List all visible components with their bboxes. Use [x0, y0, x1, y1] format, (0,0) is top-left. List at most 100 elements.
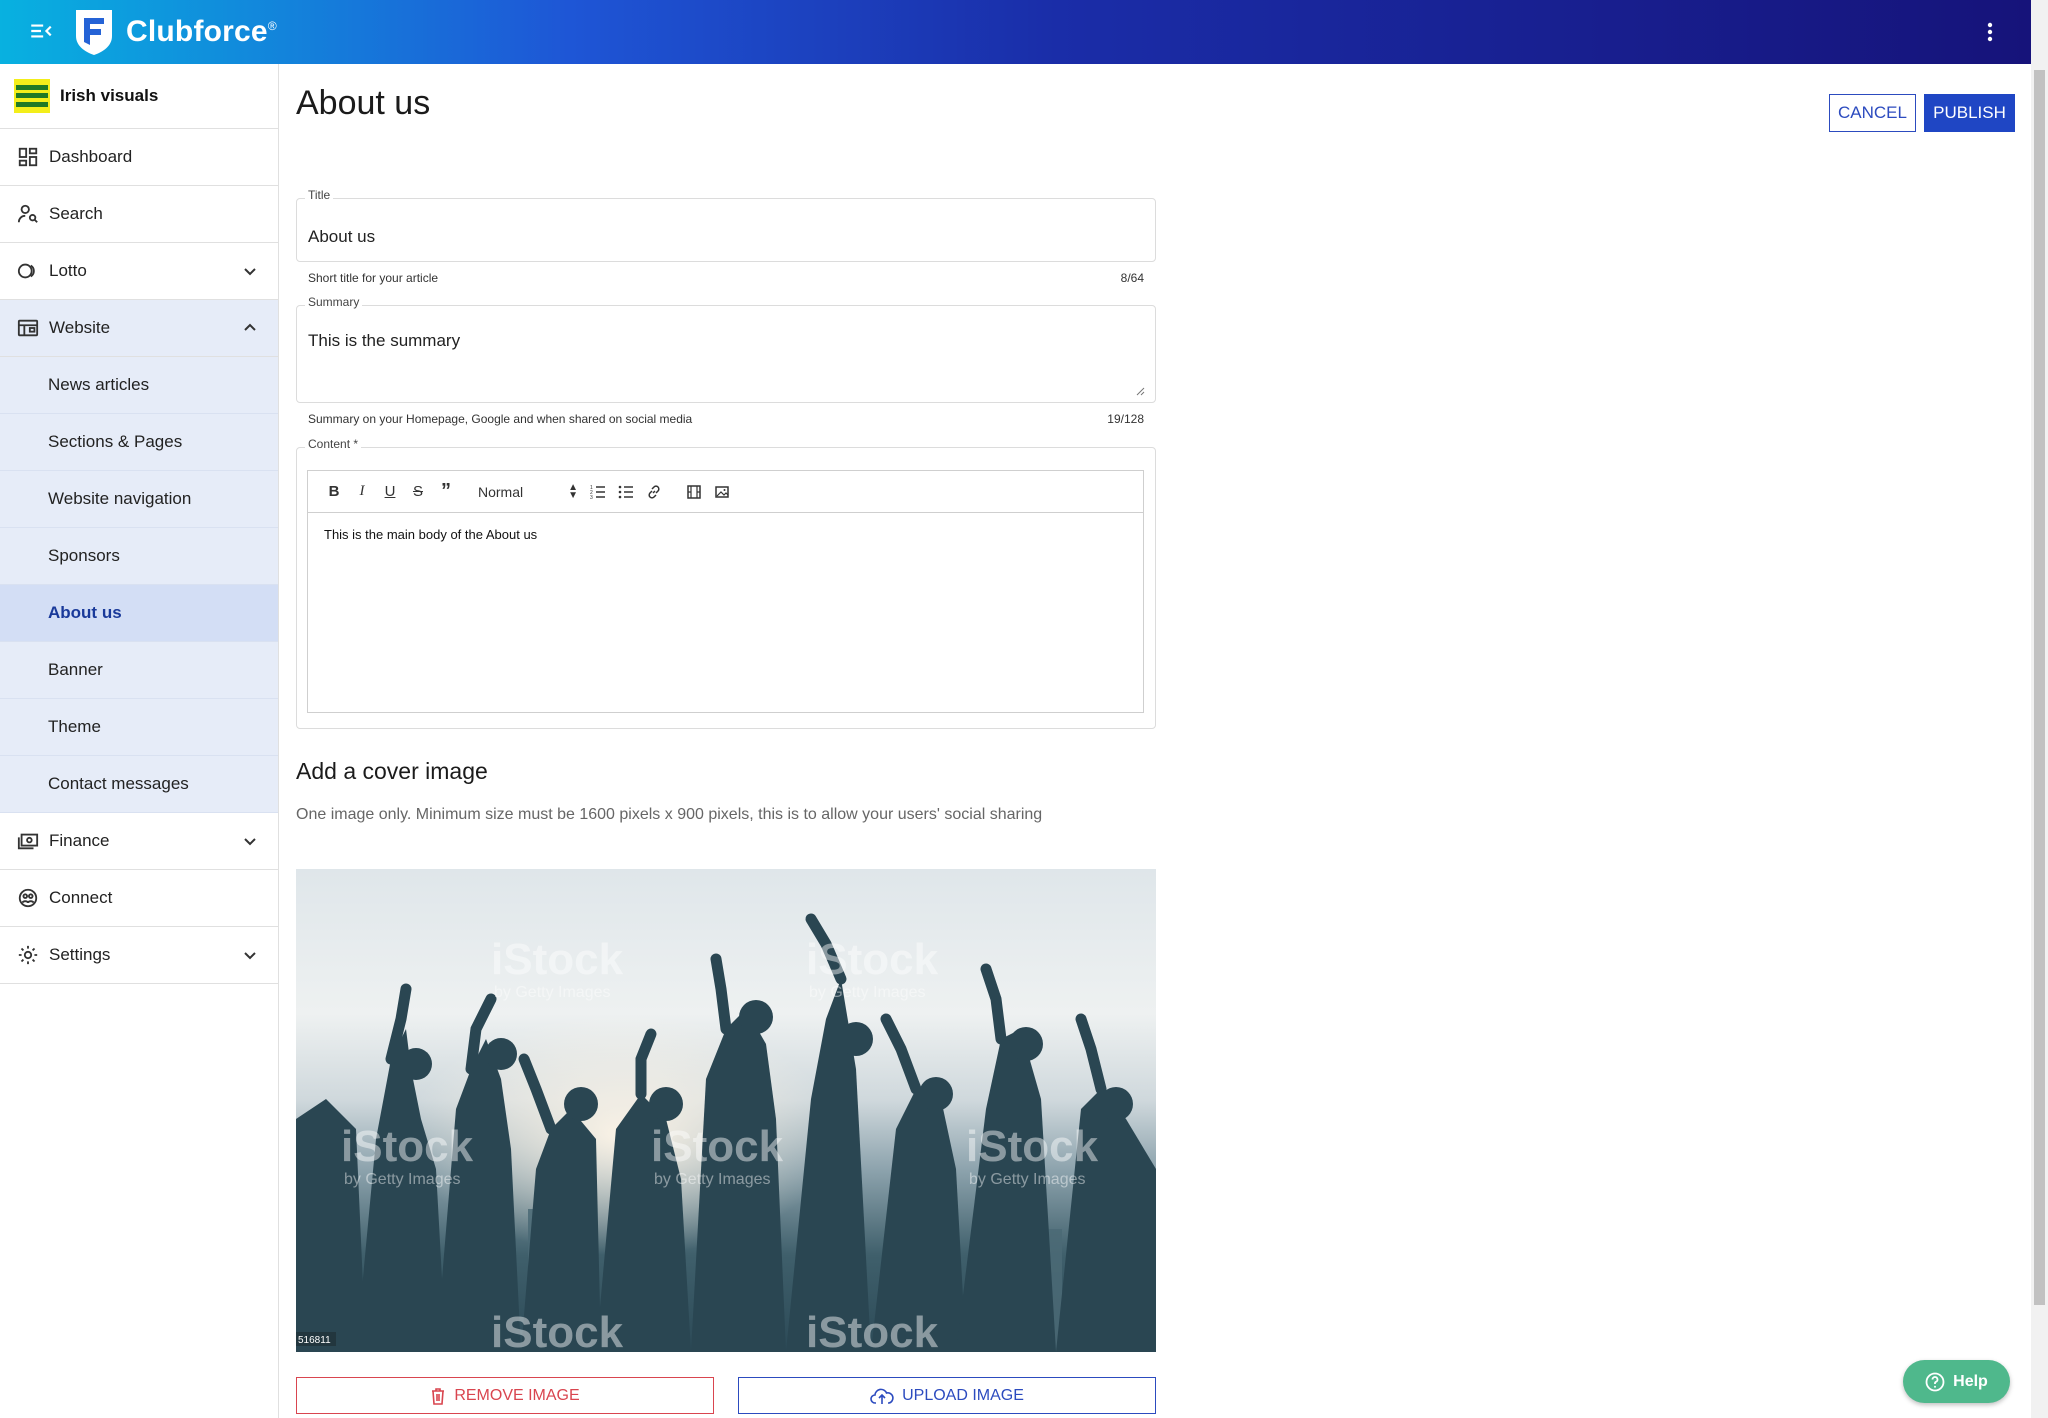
website-submenu: News articles Sections & Pages Website n… [0, 357, 278, 813]
bullet-list-button[interactable] [612, 481, 640, 503]
cloud-upload-icon [870, 1388, 894, 1404]
underline-button[interactable]: U [376, 481, 404, 503]
lotto-icon [17, 263, 35, 279]
summary-char-counter: 19/128 [1107, 412, 1144, 426]
summary-textarea[interactable]: This is the summary [308, 331, 460, 351]
clubforce-shield-icon [76, 10, 112, 55]
rich-text-editor[interactable]: B I U S ” Normal ▲ ▼ 123 This is the main… [307, 470, 1144, 713]
italic-icon: I [359, 483, 365, 499]
gear-icon [18, 945, 38, 965]
image-icon [715, 485, 729, 498]
cover-image-preview: iStock iStock iStock iStock iStock iStoc… [296, 869, 1156, 1352]
remove-image-label: REMOVE IMAGE [454, 1386, 580, 1404]
watermark-subtext: by Getty Images [809, 984, 926, 1001]
sidebar-item-connect[interactable]: Connect [0, 870, 278, 927]
sidebar-item-label: Connect [49, 888, 113, 907]
editor-toolbar: B I U S ” Normal ▲ ▼ 123 [308, 471, 1143, 513]
brand-name: Clubforce® [126, 15, 277, 48]
strikethrough-button[interactable]: S [404, 481, 432, 503]
chevron-up-icon [244, 323, 256, 331]
sidebar-subitem-contact-messages[interactable]: Contact messages [0, 756, 278, 813]
editor-content[interactable]: This is the main body of the About us [308, 513, 1143, 556]
sidebar-item-label: Dashboard [49, 147, 133, 166]
sidebar-subitem-sponsors[interactable]: Sponsors [0, 528, 278, 585]
strikethrough-icon: S [412, 483, 423, 500]
video-icon [687, 484, 701, 499]
club-header[interactable]: Irish visuals [0, 64, 278, 129]
sidebar: Irish visuals Dashboard Search Lotto Web… [0, 64, 279, 1418]
watermark-text: iStock [806, 935, 939, 984]
publish-button[interactable]: PUBLISH [1924, 94, 2015, 132]
top-app-bar: Clubforce® [0, 0, 2031, 64]
select-arrows-icon: ▲ ▼ [568, 481, 578, 501]
bullet-list-icon [618, 485, 633, 498]
watermark-subtext: by Getty Images [344, 1171, 461, 1188]
title-input[interactable]: About us [308, 227, 375, 247]
watermark-text: iStock [491, 935, 624, 984]
sidebar-item-search[interactable]: Search [0, 186, 278, 243]
cover-image-description: One image only. Minimum size must be 160… [296, 806, 1043, 823]
sidebar-item-label: Search [49, 204, 103, 223]
title-helper-text: Short title for your article [308, 271, 439, 285]
page-title: About us [296, 84, 431, 122]
watermark-text: iStock [491, 1308, 624, 1352]
sidebar-subitem-sections-pages[interactable]: Sections & Pages [0, 414, 278, 471]
clubforce-logo[interactable]: Clubforce® [72, 8, 277, 56]
watermark-text: iStock [341, 1122, 474, 1171]
sidebar-item-label: Lotto [49, 261, 87, 280]
cancel-button[interactable]: CANCEL [1829, 94, 1916, 132]
content-field-label: Content * [305, 437, 362, 451]
watermark-text: iStock [966, 1122, 1099, 1171]
underline-icon: U [384, 483, 396, 500]
watermark-subtext: by Getty Images [969, 1171, 1086, 1188]
finance-icon [17, 833, 39, 850]
format-select-value: Normal [478, 483, 524, 500]
menu-collapse-icon[interactable] [28, 18, 54, 44]
chevron-down-icon [244, 838, 256, 846]
sidebar-subitem-about-us[interactable]: About us [0, 585, 278, 642]
dashboard-icon [18, 147, 38, 167]
club-crest-icon [14, 79, 50, 113]
remove-image-button[interactable]: REMOVE IMAGE [296, 1377, 714, 1414]
scrollbar-thumb[interactable] [2034, 70, 2045, 1305]
help-label: Help [1953, 1372, 1988, 1390]
sidebar-item-finance[interactable]: Finance [0, 813, 278, 870]
watermark-text: iStock [806, 1308, 939, 1352]
sidebar-subitem-website-navigation[interactable]: Website navigation [0, 471, 278, 528]
person-search-icon [17, 204, 38, 223]
help-button[interactable]: Help [1903, 1360, 2010, 1403]
sidebar-item-website[interactable]: Website [0, 300, 278, 357]
connect-icon [18, 888, 38, 908]
sidebar-subitem-news-articles[interactable]: News articles [0, 357, 278, 414]
watermark-text: iStock [651, 1122, 784, 1171]
title-field-label: Title [305, 188, 334, 202]
ordered-list-button[interactable]: 123 [584, 481, 612, 503]
chevron-down-icon [244, 268, 256, 276]
video-button[interactable] [680, 481, 708, 503]
club-name: Irish visuals [60, 86, 159, 105]
upload-image-button[interactable]: UPLOAD IMAGE [738, 1377, 1156, 1414]
more-vertical-icon[interactable] [1982, 16, 1998, 48]
title-field[interactable]: Title About us [296, 188, 1156, 262]
sidebar-item-dashboard[interactable]: Dashboard [0, 129, 278, 186]
watermark-subtext: by Getty Images [494, 984, 611, 1001]
sidebar-subitem-theme[interactable]: Theme [0, 699, 278, 756]
summary-helper-text: Summary on your Homepage, Google and whe… [308, 412, 693, 426]
image-button[interactable] [708, 481, 736, 503]
summary-field-label: Summary [305, 295, 363, 309]
crowd-celebrating-image: iStock iStock iStock iStock iStock iStoc… [296, 869, 1156, 1352]
italic-button[interactable]: I [348, 481, 376, 503]
page-scrollbar[interactable] [2031, 0, 2048, 1418]
format-select[interactable]: Normal ▲ ▼ [478, 481, 578, 501]
sidebar-subitem-banner[interactable]: Banner [0, 642, 278, 699]
resize-handle-icon[interactable] [1135, 386, 1145, 396]
bold-button[interactable]: B [320, 481, 348, 503]
upload-image-label: UPLOAD IMAGE [902, 1386, 1024, 1404]
help-circle-icon [1925, 1372, 1945, 1391]
sidebar-item-lotto[interactable]: Lotto [0, 243, 278, 300]
link-button[interactable] [640, 481, 668, 503]
blockquote-button[interactable]: ” [432, 480, 460, 503]
sidebar-item-settings[interactable]: Settings [0, 927, 278, 984]
sidebar-item-label: Website [49, 318, 111, 337]
summary-field[interactable]: Summary This is the summary [296, 295, 1156, 403]
